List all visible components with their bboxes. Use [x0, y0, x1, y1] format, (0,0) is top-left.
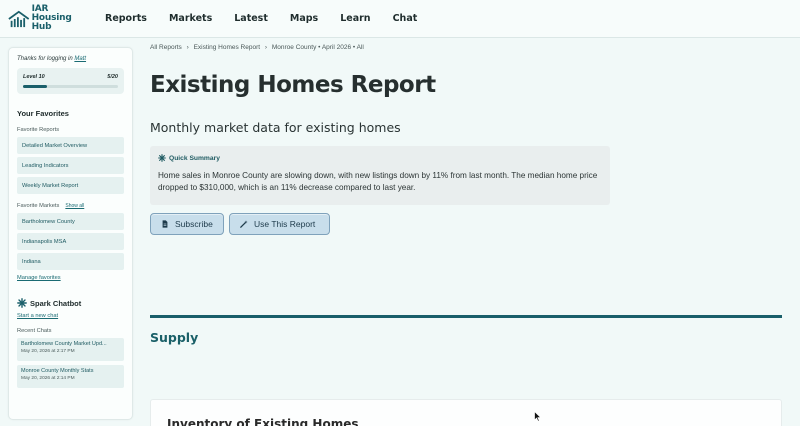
logo-text: IAR Housing Hub: [32, 5, 88, 32]
subscribe-label: Subscribe: [175, 219, 213, 229]
sparkle-icon: [17, 298, 27, 308]
use-this-report-button[interactable]: Use This Report: [229, 213, 330, 235]
favorite-report-item[interactable]: Leading Indicators: [17, 157, 124, 174]
breadcrumb-report[interactable]: Existing Homes Report: [194, 44, 260, 51]
welcome-prefix: Thanks for logging in: [17, 56, 73, 62]
section-divider: [150, 315, 782, 318]
new-chat-link[interactable]: Start a new chat: [17, 313, 124, 319]
logo-line-2: Housing Hub: [31, 13, 72, 32]
logo[interactable]: IAR Housing Hub: [8, 5, 88, 32]
main-nav: Reports Markets Latest Maps Learn Chat: [105, 13, 439, 24]
page-subtitle: Monthly market data for existing homes: [150, 120, 401, 135]
nav-reports[interactable]: Reports: [105, 13, 147, 24]
user-name-link[interactable]: Matt: [74, 56, 86, 62]
recent-chat-date: May 20, 2026 at 2:17 PM: [21, 349, 75, 354]
nav-markets[interactable]: Markets: [169, 13, 212, 24]
inventory-card-title: Inventory of Existing Homes: [167, 417, 359, 426]
favorite-markets-label-text: Favorite Markets: [17, 203, 60, 209]
favorite-market-item[interactable]: Indianapolis MSA: [17, 233, 124, 250]
favorite-markets-label: Favorite Markets Show all: [17, 203, 124, 209]
breadcrumb-all-reports[interactable]: All Reports: [150, 44, 182, 51]
mouse-cursor-icon: [534, 411, 542, 422]
breadcrumb-separator: ›: [264, 44, 268, 51]
top-navigation-bar: IAR Housing Hub Reports Markets Latest M…: [0, 0, 800, 38]
quick-summary-text: Home sales in Monroe County are slowing …: [158, 171, 598, 192]
favorites-title: Your Favorites: [17, 109, 69, 118]
chatbot-heading: Spark Chatbot: [17, 298, 124, 308]
recent-chat-item[interactable]: Monroe County Monthly Stats May 20, 2026…: [17, 365, 124, 388]
recent-chat-date: May 20, 2026 at 2:14 PM: [21, 376, 75, 381]
level-progress-bar: [23, 85, 118, 88]
recent-chat-title: Monroe County Monthly Stats: [21, 368, 94, 374]
nav-maps[interactable]: Maps: [290, 13, 318, 24]
show-all-link[interactable]: Show all: [65, 203, 84, 209]
breadcrumb: All Reports › Existing Homes Report › Mo…: [150, 44, 367, 51]
favorite-reports-label-text: Favorite Reports: [17, 127, 60, 133]
favorite-market-item[interactable]: Indiana: [17, 253, 124, 270]
sidebar: Thanks for logging in Matt Level 10 5/20…: [8, 47, 133, 420]
recent-chat-item[interactable]: Bartholomew County Market Upd... May 20,…: [17, 338, 124, 361]
nav-chat[interactable]: Chat: [393, 13, 418, 24]
page-title: Existing Homes Report: [150, 72, 436, 98]
quick-summary-heading: Quick Summary: [158, 154, 602, 162]
nav-latest[interactable]: Latest: [234, 13, 268, 24]
manage-favorites-link[interactable]: Manage favorites: [17, 275, 124, 281]
subscribe-button[interactable]: Subscribe: [150, 213, 224, 235]
favorite-report-item[interactable]: Detailed Market Overview: [17, 137, 124, 154]
use-this-report-label: Use This Report: [254, 219, 316, 229]
sparkle-icon: [158, 154, 166, 162]
magic-wand-icon: [240, 220, 248, 228]
document-icon: [162, 220, 168, 228]
quick-summary-label: Quick Summary: [169, 154, 220, 162]
recent-chats-label: Recent Chats: [17, 328, 52, 334]
favorite-reports-label: Favorite Reports: [17, 127, 124, 133]
nav-learn[interactable]: Learn: [340, 13, 370, 24]
supply-section-title: Supply: [150, 330, 199, 345]
level-card: Level 10 5/20: [17, 68, 124, 94]
chatbot-title: Spark Chatbot: [30, 298, 82, 308]
quick-summary-panel: Quick Summary Home sales in Monroe Count…: [150, 146, 610, 205]
favorite-report-item[interactable]: Weekly Market Report: [17, 177, 124, 194]
welcome-text: Thanks for logging in Matt: [17, 56, 124, 62]
level-progress-fill: [23, 85, 47, 88]
favorite-market-item[interactable]: Bartholomew County: [17, 213, 124, 230]
house-chart-logo-icon: [8, 10, 30, 27]
recent-chat-title: Bartholomew County Market Upd...: [21, 341, 107, 347]
breadcrumb-current: Monroe County • April 2026 • All: [271, 44, 364, 51]
level-label: Level 10: [23, 74, 45, 80]
breadcrumb-separator: ›: [186, 44, 189, 51]
level-progress-text: 5/20: [107, 74, 118, 80]
inventory-card: Inventory of Existing Homes: [150, 399, 782, 426]
